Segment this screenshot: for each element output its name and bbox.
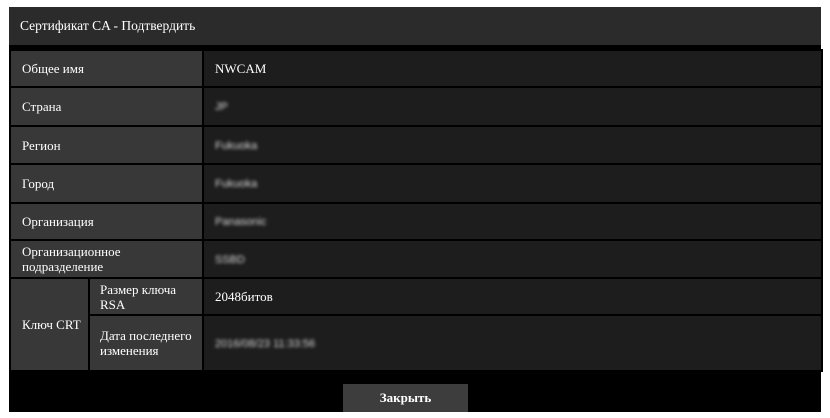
certificate-info-table: Общее имя NWCAM Страна JP Регион Fukuoka… (9, 49, 823, 372)
common-name-label: Общее имя (9, 49, 204, 88)
last-modified-value-obscured: 2016/08/23 11:33:56 (215, 337, 316, 350)
organization-value: Panasonic (202, 202, 823, 241)
region-label: Регион (9, 125, 204, 165)
table-row: Дата последнего изменения 2016/08/23 11:… (10, 314, 823, 372)
rsa-key-size-label: Размер ключа RSA (88, 277, 204, 316)
dialog-footer: Закрыть (9, 371, 821, 412)
table-row: Город Fukuoka (9, 163, 823, 204)
country-label: Страна (9, 86, 204, 127)
common-name-value: NWCAM (202, 49, 823, 88)
crt-key-label: Ключ CRT (9, 277, 90, 372)
region-value-obscured: Fukuoka (215, 139, 258, 152)
country-value: JP (202, 86, 823, 127)
city-label: Город (9, 163, 204, 204)
table-row: Ключ CRT Размер ключа RSA 2048битов (9, 277, 823, 372)
last-modified-value: 2016/08/23 11:33:56 (202, 314, 823, 372)
ca-certificate-dialog: Сертификат CA - Подтвердить Общее имя NW… (9, 7, 823, 412)
table-row: Страна JP (9, 86, 823, 127)
close-button[interactable]: Закрыть (343, 384, 468, 412)
organization-label: Организация (9, 202, 204, 241)
city-value-obscured: Fukuoka (215, 178, 258, 190)
table-row: Организационное подразделение SSBD (9, 239, 823, 279)
organizational-unit-value-obscured: SSBD (215, 253, 245, 266)
dialog-title-bar: Сертификат CA - Подтвердить (9, 7, 821, 47)
table-row: Регион Fukuoka (9, 125, 823, 165)
organizational-unit-value: SSBD (202, 239, 823, 279)
table-row: Организация Panasonic (9, 202, 823, 241)
rsa-key-size-value: 2048битов (202, 277, 823, 316)
country-value-obscured: JP (215, 101, 228, 113)
city-value: Fukuoka (202, 163, 823, 204)
last-modified-label: Дата последнего изменения (88, 314, 204, 372)
organization-value-obscured: Panasonic (215, 216, 267, 228)
dialog-title: Сертификат CA - Подтвердить (20, 18, 196, 33)
region-value: Fukuoka (202, 125, 823, 165)
table-row: Общее имя NWCAM (9, 49, 823, 88)
organizational-unit-label: Организационное подразделение (9, 239, 204, 279)
